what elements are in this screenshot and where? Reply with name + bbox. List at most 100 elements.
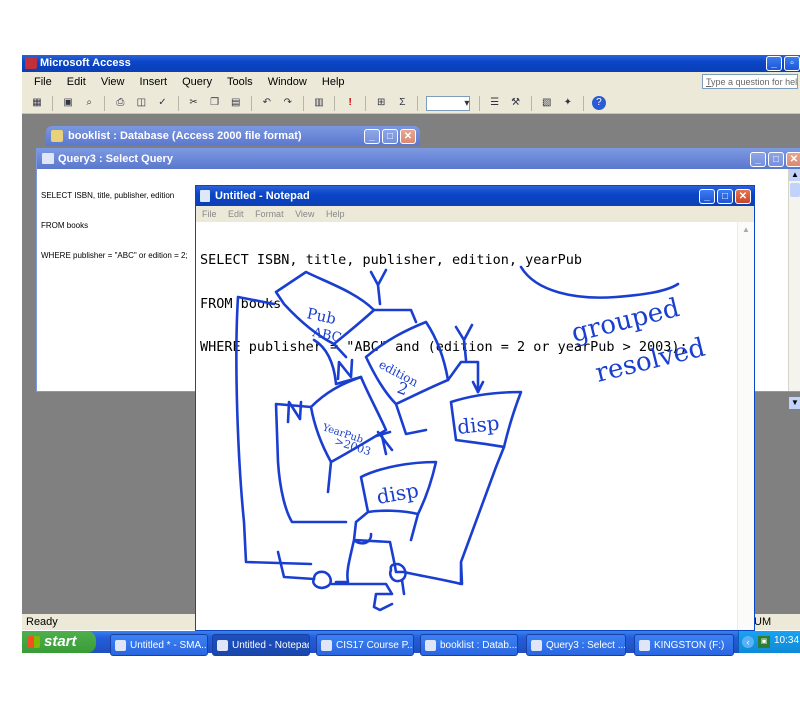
ink-disp-right-label: disp [456,411,501,439]
notepad-menu-format[interactable]: Format [255,209,284,219]
notepad-menu-file[interactable]: File [202,209,217,219]
paste-icon[interactable]: ▤ [229,96,243,110]
query-type-icon[interactable]: ▥ [312,96,326,110]
taskbar-label: KINGSTON (F:) [654,640,725,651]
query-title: Query3 : Select Query [58,153,173,165]
notepad-title-bar[interactable]: Untitled - Notepad _ □ ✕ [196,186,754,206]
database-maximize-button[interactable]: □ [382,129,398,144]
totals-icon[interactable]: Σ [395,96,409,110]
copy-icon[interactable]: ❐ [208,96,222,110]
ink-grouped-label: grouped [568,293,682,349]
start-button[interactable]: start [22,631,96,653]
search-icon[interactable]: ⌕ [82,96,96,110]
build-icon[interactable]: ⚒ [509,96,523,110]
notepad-close-button[interactable]: ✕ [735,189,751,204]
access-minimize-button[interactable]: _ [766,56,782,71]
database-icon [51,130,63,142]
notepad-scroll-up-arrow-icon[interactable]: ▲ [739,223,753,237]
query-line-1: SELECT ISBN, title, publisher, edition [41,191,175,200]
query-title-bar[interactable]: Query3 : Select Query _ □ ✕ [37,149,800,169]
access-title-bar[interactable]: Microsoft Access _ ▫ [22,55,800,72]
status-text: Ready [26,616,58,628]
menu-help[interactable]: Help [322,76,345,88]
tray-chevron-icon[interactable]: ‹ [742,636,754,648]
notepad-maximize-button[interactable]: □ [717,189,733,204]
properties-icon[interactable]: ☰ [488,96,502,110]
menu-view[interactable]: View [101,76,125,88]
windows-logo-icon [28,636,40,648]
query-maximize-button[interactable]: □ [768,152,784,167]
redo-icon[interactable]: ↷ [281,96,295,110]
tray-app-icon[interactable]: ▣ [758,636,770,648]
taskbar-button-notepad[interactable]: Untitled - Notepad [212,634,310,656]
notepad-menu-edit[interactable]: Edit [228,209,244,219]
cut-icon[interactable]: ✂ [187,96,201,110]
access-menu-bar: File Edit View Insert Query Tools Window… [22,72,800,92]
notepad-minimize-button[interactable]: _ [699,189,715,204]
notepad-icon [200,190,210,202]
toolbar-separator [417,95,419,111]
access-restore-button[interactable]: ▫ [784,56,800,71]
database-window[interactable]: booklist : Database (Access 2000 file fo… [46,126,420,146]
menu-file[interactable]: File [34,76,52,88]
taskbar-label: Query3 : Select ... [546,640,626,651]
scroll-thumb[interactable] [790,183,800,197]
menu-tools[interactable]: Tools [227,76,253,88]
scroll-up-arrow-icon[interactable]: ▲ [789,169,800,181]
notepad-menu-view[interactable]: View [295,209,314,219]
print-icon[interactable]: ⎙ [113,96,127,110]
scroll-down-arrow-icon[interactable]: ▼ [789,397,800,409]
show-table-icon[interactable]: ⊞ [374,96,388,110]
taskbar-button-browser[interactable]: CIS17 Course P... [316,634,414,656]
taskbar: start Untitled * - SMA... Untitled - Not… [22,631,800,656]
database-minimize-button[interactable]: _ [364,129,380,144]
toolbar-separator [302,95,304,111]
taskbar-label: booklist : Datab... [440,640,518,651]
query-line-3: WHERE publisher = "ABC" or edition = 2; [41,251,188,260]
ink-abc-label: ABC [310,325,343,346]
database-title: booklist : Database (Access 2000 file fo… [68,130,302,142]
status-num-lock: UM [754,616,772,628]
taskbar-button-query3[interactable]: Query3 : Select ... [526,634,626,656]
clock[interactable]: 10:34 [774,635,799,646]
undo-icon[interactable]: ↶ [260,96,274,110]
menu-query[interactable]: Query [182,76,212,88]
taskbar-button-booklist[interactable]: booklist : Datab... [420,634,518,656]
notepad-menu-help[interactable]: Help [326,209,345,219]
top-values-combo[interactable]: ▾ [426,95,471,111]
menu-insert[interactable]: Insert [140,76,168,88]
ink-arc [519,265,680,299]
menu-edit[interactable]: Edit [67,76,86,88]
toolbar-separator [52,95,54,111]
toolbar-separator [334,95,336,111]
database-title-bar[interactable]: booklist : Database (Access 2000 file fo… [46,126,420,146]
app-icon [115,639,126,651]
save-icon[interactable]: ▣ [61,96,75,110]
database-window-icon[interactable]: ▧ [540,96,554,110]
notepad-vertical-scrollbar[interactable]: ▲ [737,222,754,630]
notepad-icon [217,639,228,651]
menu-window[interactable]: Window [268,76,307,88]
spelling-icon[interactable]: ✓ [155,96,169,110]
ink-y-mark-2 [454,323,474,362]
run-icon[interactable]: ! [343,96,357,110]
help-search-box[interactable]: Type a question for help [702,74,798,89]
query-minimize-button[interactable]: _ [750,152,766,167]
ink-connector-left [312,570,333,590]
taskbar-button-sma[interactable]: Untitled * - SMA... [110,634,208,656]
print-preview-icon[interactable]: ◫ [134,96,148,110]
taskbar-label: CIS17 Course P... [336,640,414,651]
new-object-icon[interactable]: ✦ [561,96,575,110]
taskbar-label: Untitled * - SMA... [130,640,208,651]
ink-edition-diamond [364,320,450,406]
view-icon[interactable]: ▦ [30,96,44,110]
help-icon[interactable]: ? [591,96,606,111]
access-app-icon [25,57,37,69]
query-close-button[interactable]: ✕ [786,152,800,167]
database-close-button[interactable]: ✕ [400,129,416,144]
query-sql-text[interactable]: SELECT ISBN, title, publisher, edition F… [41,171,188,281]
notepad-menu-bar: File Edit Format View Help [196,206,754,222]
taskbar-button-kingston[interactable]: KINGSTON (F:) [634,634,734,656]
query-vertical-scrollbar[interactable]: ▲ ▼ [788,169,800,409]
notepad-title: Untitled - Notepad [215,190,310,202]
